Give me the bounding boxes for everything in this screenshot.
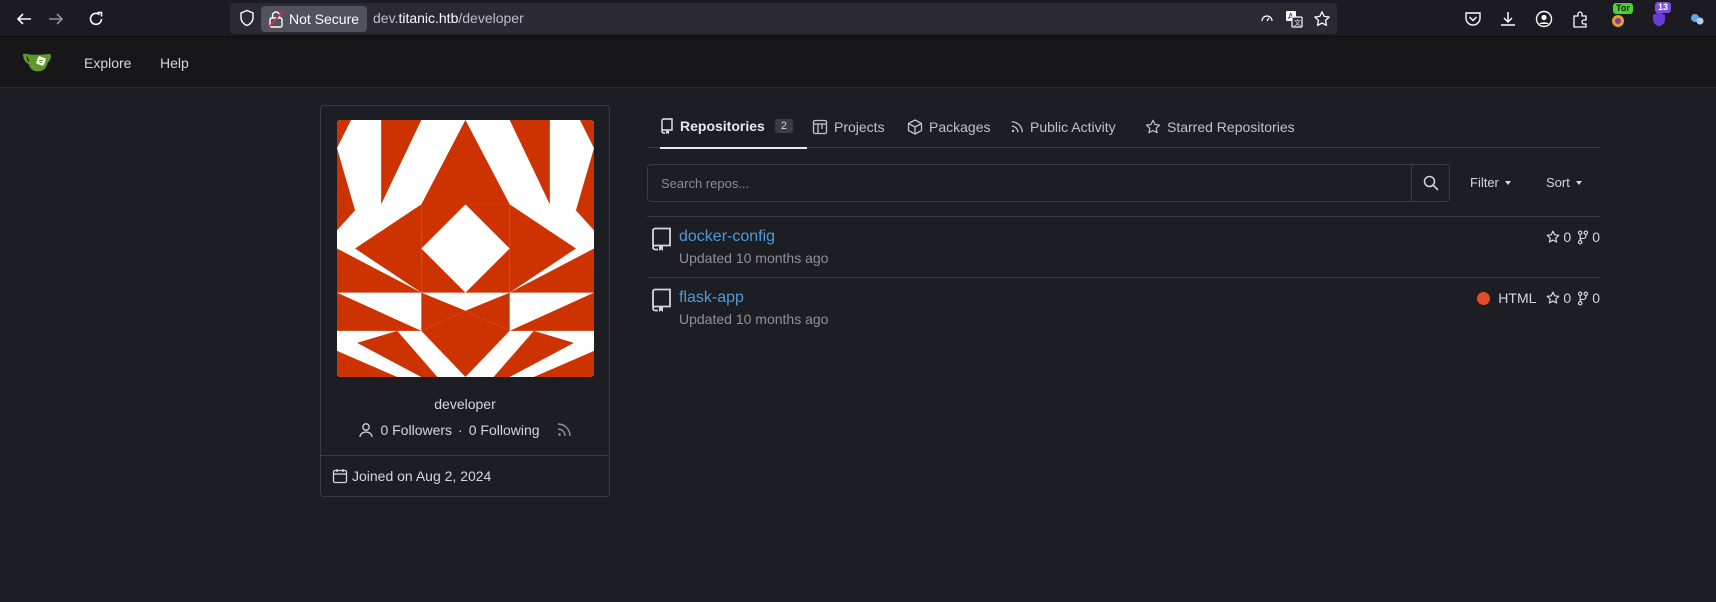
repo-forks[interactable]: 0 bbox=[1577, 229, 1600, 245]
tab-public-activity-label: Public Activity bbox=[1030, 118, 1116, 135]
tab-repositories[interactable]: Repositories 2 bbox=[660, 105, 807, 149]
shield-extension-icon[interactable]: 13 bbox=[1648, 2, 1672, 30]
nav-explore[interactable]: Explore bbox=[84, 55, 131, 71]
url-domain: titanic.htb bbox=[398, 10, 459, 26]
browser-toolbar: Not Secure dev.titanic.htb/developer A文 … bbox=[0, 0, 1716, 37]
rss-icon bbox=[1011, 120, 1023, 132]
translate-icon[interactable]: A文 bbox=[1285, 10, 1303, 28]
pocket-icon[interactable] bbox=[1462, 8, 1484, 30]
repo-name-link[interactable]: docker-config bbox=[679, 228, 775, 246]
profile-divider bbox=[321, 455, 609, 456]
not-secure-label: Not Secure bbox=[289, 11, 360, 27]
url-path: /developer bbox=[458, 10, 524, 26]
repo-name-link[interactable]: flask-app bbox=[679, 289, 744, 307]
person-icon bbox=[359, 423, 374, 438]
follow-separator: · bbox=[458, 422, 463, 438]
language-color-dot bbox=[1477, 291, 1491, 305]
extension-count-badge: 13 bbox=[1655, 2, 1672, 13]
search-icon bbox=[1423, 175, 1439, 191]
star-count: 0 bbox=[1563, 229, 1572, 245]
filter-caret-icon bbox=[1504, 180, 1511, 185]
insecure-lock-icon bbox=[268, 10, 284, 28]
repo-icon bbox=[652, 227, 671, 251]
repo-stars[interactable]: 0 bbox=[1546, 229, 1571, 245]
tor-badge: Tor bbox=[1613, 3, 1633, 14]
nav-help[interactable]: Help bbox=[160, 55, 189, 71]
account-icon[interactable] bbox=[1533, 8, 1555, 30]
fork-icon bbox=[1578, 230, 1589, 244]
joined-date: Joined on Aug 2, 2024 bbox=[332, 468, 491, 484]
star-icon bbox=[1547, 230, 1560, 243]
calendar-icon bbox=[332, 469, 348, 484]
back-button[interactable] bbox=[13, 8, 35, 30]
url-prefix: dev. bbox=[373, 10, 399, 26]
repo-count-badge: 2 bbox=[774, 119, 793, 133]
extensions-icon[interactable] bbox=[1569, 8, 1591, 30]
follow-stats: 0 Followers · 0 Following bbox=[321, 422, 609, 438]
package-icon bbox=[907, 118, 923, 135]
repo-updated: Updated 10 months ago bbox=[679, 311, 829, 327]
repo-meta: HTML 0 0 bbox=[1477, 290, 1600, 306]
project-icon bbox=[812, 119, 828, 134]
bookmark-star-icon[interactable] bbox=[1313, 10, 1331, 28]
filter-label: Filter bbox=[1470, 175, 1499, 190]
fork-count: 0 bbox=[1592, 290, 1600, 306]
not-secure-indicator[interactable]: Not Secure bbox=[261, 6, 368, 32]
downloads-icon[interactable] bbox=[1497, 8, 1519, 30]
filter-dropdown[interactable]: Filter bbox=[1470, 175, 1511, 190]
forward-arrow-icon bbox=[49, 13, 64, 25]
joined-label: Joined on Aug 2, 2024 bbox=[352, 468, 492, 484]
url-text[interactable]: dev.titanic.htb/developer bbox=[373, 10, 524, 26]
star-icon bbox=[1145, 119, 1161, 133]
url-bar[interactable]: Not Secure dev.titanic.htb/developer A文 bbox=[230, 3, 1337, 34]
rss-feed-icon[interactable] bbox=[556, 422, 572, 438]
search-input[interactable] bbox=[647, 164, 1412, 202]
repo-meta: 0 0 bbox=[1546, 229, 1600, 245]
reader-view-icon[interactable] bbox=[1260, 10, 1274, 28]
followers-link[interactable]: 0 Followers bbox=[380, 422, 452, 438]
tab-packages[interactable]: Packages bbox=[907, 105, 990, 148]
site-header: Explore Help bbox=[0, 37, 1716, 88]
repo-updated: Updated 10 months ago bbox=[679, 250, 829, 266]
profile-card: developer 0 Followers · 0 Following Join… bbox=[320, 105, 610, 497]
profile-username: developer bbox=[434, 396, 496, 412]
following-link[interactable]: 0 Following bbox=[469, 422, 540, 438]
reload-icon bbox=[89, 11, 103, 26]
sort-label: Sort bbox=[1546, 175, 1570, 190]
tracking-shield-icon[interactable] bbox=[238, 9, 256, 27]
gitea-logo-icon[interactable] bbox=[22, 50, 54, 72]
tab-projects-label: Projects bbox=[834, 118, 885, 135]
tab-starred-repositories[interactable]: Starred Repositories bbox=[1145, 105, 1295, 148]
list-item: flask-app Updated 10 months ago HTML 0 0 bbox=[647, 278, 1600, 339]
list-item: docker-config Updated 10 months ago 0 0 bbox=[647, 217, 1600, 278]
repo-stars[interactable]: 0 bbox=[1546, 290, 1571, 306]
profile-tabs: Repositories 2 Projects Packages Public … bbox=[647, 105, 1600, 149]
tab-repositories-label: Repositories bbox=[680, 118, 765, 134]
tab-starred-label: Starred Repositories bbox=[1167, 118, 1295, 135]
search-button[interactable] bbox=[1412, 164, 1450, 202]
star-icon bbox=[1547, 291, 1560, 304]
overflow-extension-icon[interactable] bbox=[1686, 8, 1708, 30]
repo-icon bbox=[652, 288, 671, 312]
repo-forks[interactable]: 0 bbox=[1577, 290, 1600, 306]
avatar[interactable] bbox=[337, 120, 594, 377]
tab-public-activity[interactable]: Public Activity bbox=[1010, 105, 1116, 148]
repo-language: HTML bbox=[1477, 290, 1536, 306]
repo-icon bbox=[661, 118, 673, 134]
star-count: 0 bbox=[1563, 290, 1572, 306]
forward-button[interactable] bbox=[45, 8, 67, 30]
tab-packages-label: Packages bbox=[929, 118, 991, 135]
language-label: HTML bbox=[1498, 290, 1537, 306]
reload-button[interactable] bbox=[85, 8, 107, 30]
tor-extension-icon[interactable]: Tor bbox=[1607, 3, 1633, 30]
fork-count: 0 bbox=[1592, 229, 1600, 245]
svg-text:文: 文 bbox=[1294, 18, 1301, 27]
tab-projects[interactable]: Projects bbox=[812, 105, 885, 148]
sort-caret-icon bbox=[1575, 180, 1582, 185]
fork-icon bbox=[1578, 291, 1589, 305]
back-arrow-icon bbox=[16, 13, 31, 25]
sort-dropdown[interactable]: Sort bbox=[1546, 175, 1582, 190]
